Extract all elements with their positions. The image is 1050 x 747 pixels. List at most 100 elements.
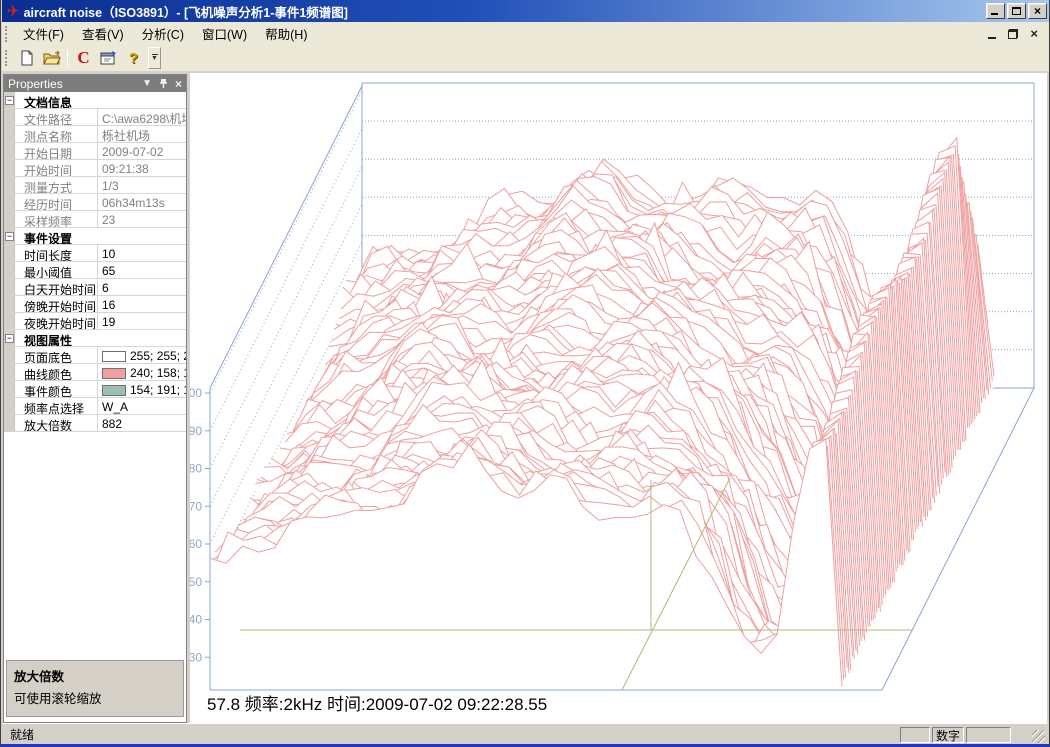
maximize-button[interactable] [1007, 3, 1026, 19]
property-value[interactable]: 19 [98, 313, 186, 329]
waterfall-chart[interactable]: 10090807060504030 [190, 73, 1045, 722]
mdi-minimize-icon[interactable] [988, 37, 996, 39]
property-label: 夜晚开始时间 [15, 313, 98, 329]
menu-file[interactable]: 文件(F) [14, 21, 73, 46]
collapse-icon[interactable]: − [5, 334, 14, 343]
section-header[interactable]: −事件设置 [4, 228, 186, 245]
property-value-text: 6 [102, 281, 109, 295]
mdi-child-buttons: × [988, 28, 1050, 40]
property-row[interactable]: 经历时间06h34m13s [4, 194, 186, 211]
section-header[interactable]: −文档信息 [4, 92, 186, 109]
description-text: 可使用滚轮缩放 [14, 688, 176, 707]
menu-window[interactable]: 窗口(W) [193, 21, 256, 46]
section-gutter: − [4, 330, 15, 346]
property-value[interactable]: 16 [98, 296, 186, 312]
close-button[interactable]: × [1028, 3, 1047, 19]
property-value[interactable]: 23 [98, 211, 186, 227]
status-bar: 就绪 数字 [3, 723, 1047, 744]
property-value[interactable]: 1/3 [98, 177, 186, 193]
property-row[interactable]: 测量方式1/3 [4, 177, 186, 194]
properties-sheet-icon [100, 50, 117, 66]
close-icon[interactable]: × [175, 77, 182, 91]
property-row[interactable]: 文件路径C:\awa6298\机场 [4, 109, 186, 126]
property-value[interactable]: 06h34m13s [98, 194, 186, 210]
status-pane-2 [966, 727, 1011, 743]
property-value[interactable]: C:\awa6298\机场 [98, 109, 186, 125]
row-gutter [4, 381, 15, 397]
minimize-button[interactable] [986, 3, 1005, 19]
open-file-button[interactable] [39, 47, 64, 70]
row-gutter [4, 143, 15, 159]
toolbar-grip[interactable] [5, 50, 10, 66]
status-text: 就绪 [3, 726, 34, 743]
new-file-button[interactable] [14, 47, 39, 70]
chevron-down-icon: ▼ [151, 56, 158, 62]
menu-help[interactable]: 帮助(H) [256, 21, 316, 46]
property-row[interactable]: 频率点选择W_A [4, 398, 186, 415]
property-value[interactable]: 65 [98, 262, 186, 278]
property-label: 最小阈值 [15, 262, 98, 278]
property-value[interactable]: 2009-07-02 [98, 143, 186, 159]
row-gutter [4, 415, 15, 431]
chevron-down-icon[interactable]: ▼ [142, 78, 152, 89]
menu-analyze[interactable]: 分析(C) [133, 21, 193, 46]
property-row[interactable]: 曲线颜色240; 158; 158 [4, 364, 186, 381]
property-value-text: 10 [102, 247, 115, 261]
collapse-icon[interactable]: − [5, 232, 14, 241]
property-value-text: 154; 191; 183 [130, 383, 186, 397]
toolbar-overflow-button[interactable]: ▼ [148, 47, 161, 69]
color-swatch[interactable] [102, 351, 126, 362]
property-row[interactable]: 测点名称栎社机场 [4, 126, 186, 143]
property-row[interactable]: 傍晚开始时间16 [4, 296, 186, 313]
property-label: 事件颜色 [15, 381, 98, 397]
pin-icon[interactable] [159, 78, 168, 89]
property-row[interactable]: 白天开始时间 6 [4, 279, 186, 296]
property-description: 放大倍数 可使用滚轮缩放 [6, 660, 184, 717]
property-row[interactable]: 事件颜色 154; 191; 183 [4, 381, 186, 398]
property-label: 白天开始时间 [15, 279, 98, 295]
properties-header[interactable]: Properties ▼ × [4, 75, 186, 92]
property-row[interactable]: 最小阈值65 [4, 262, 186, 279]
property-row[interactable]: 夜晚开始时间 19 [4, 313, 186, 330]
properties-button[interactable] [96, 47, 121, 70]
help-button[interactable]: ? [121, 47, 146, 70]
close-icon: × [1034, 6, 1041, 16]
row-gutter [4, 245, 15, 261]
property-value[interactable]: 09:21:38 [98, 160, 186, 176]
description-title: 放大倍数 [14, 666, 176, 685]
property-value[interactable]: W_A [98, 398, 186, 414]
property-value[interactable]: 154; 191; 183 [98, 381, 186, 397]
calibrate-button[interactable]: C [71, 47, 96, 70]
property-row[interactable]: 开始日期2009-07-02 [4, 143, 186, 160]
property-row[interactable]: 采样频率23 [4, 211, 186, 228]
section-gutter: − [4, 92, 15, 108]
property-label: 开始时间 [15, 160, 98, 176]
property-value[interactable]: 栎社机场 [98, 126, 186, 142]
menubar-grip[interactable] [5, 26, 10, 42]
row-gutter [4, 160, 15, 176]
color-swatch[interactable] [102, 385, 126, 396]
property-row[interactable]: 放大倍数882 [4, 415, 186, 432]
color-swatch[interactable] [102, 368, 126, 379]
property-value[interactable]: 6 [98, 279, 186, 295]
resize-grip[interactable] [1032, 730, 1045, 743]
collapse-icon[interactable]: − [5, 96, 14, 105]
property-value-text: 19 [102, 315, 115, 329]
title-bar[interactable]: ✈ aircraft noise（ISO3891）- [飞机噪声分析1-事件1频… [2, 0, 1050, 22]
mdi-close-icon[interactable]: × [1030, 28, 1038, 40]
property-value[interactable]: 240; 158; 158 [98, 364, 186, 380]
row-gutter [4, 211, 15, 227]
property-row[interactable]: 页面底色255; 255; 255 [4, 347, 186, 364]
property-row[interactable]: 时间长度10 [4, 245, 186, 262]
section-header[interactable]: −视图属性 [4, 330, 186, 347]
property-value[interactable]: 882 [98, 415, 186, 431]
property-value-text: 240; 158; 158 [130, 366, 186, 380]
help-icon: ? [129, 50, 138, 67]
menu-view[interactable]: 查看(V) [73, 21, 133, 46]
property-row[interactable]: 开始时间09:21:38 [4, 160, 186, 177]
row-gutter [4, 296, 15, 312]
property-value[interactable]: 255; 255; 255 [98, 347, 186, 363]
svg-text:80: 80 [190, 462, 202, 476]
mdi-restore-icon[interactable] [1008, 29, 1018, 39]
property-value[interactable]: 10 [98, 245, 186, 261]
